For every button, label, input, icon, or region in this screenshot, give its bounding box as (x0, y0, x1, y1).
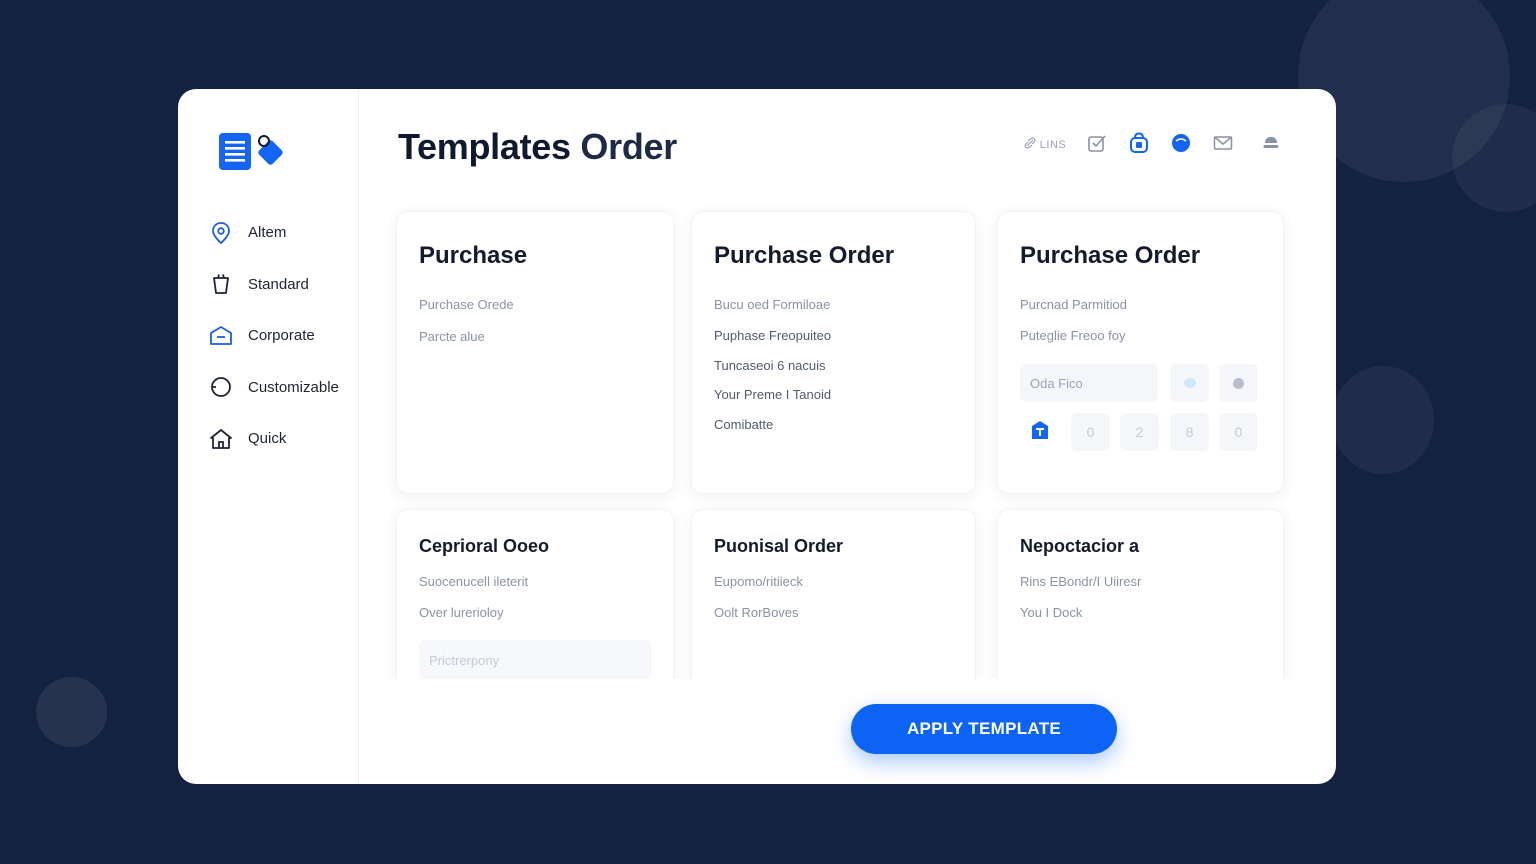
sidebar: Altem Standard Corporate Customizable Qu… (178, 89, 359, 784)
card-line: Over lurerioloy (419, 605, 504, 620)
template-card-ceprioral[interactable]: Ceprioral Ooeo Suocenucell ileterit Over… (396, 509, 674, 679)
sidebar-item-label: Standard (248, 275, 309, 293)
sidebar-item-label: Altem (248, 224, 287, 242)
sidebar-item-corporate[interactable]: Corporate (208, 310, 339, 362)
card-title: Ceprioral Ooeo (419, 536, 550, 556)
card-line: Parcte alue (419, 329, 485, 344)
template-card-purchase-order-form[interactable]: Purchase Order Purcnad Parmitiod Putegli… (997, 211, 1284, 494)
sidebar-item-customizable[interactable]: Customizable (208, 362, 339, 414)
card-input[interactable]: Prictrerpony (419, 640, 652, 679)
card-title: Purchase (419, 242, 528, 269)
digit-cell[interactable]: 2 (1120, 413, 1159, 451)
sidebar-item-label: Quick (248, 430, 287, 448)
template-grid: Purchase Purchase Orede Parcte alue Purc… (359, 89, 1336, 679)
digit-cell[interactable]: 8 (1170, 413, 1209, 451)
card-line: Puteglie Freoo foy (1020, 328, 1126, 343)
template-card-puonisal-order[interactable]: Puonisal Order Eupomo/ritiieck Oolt RorB… (691, 509, 976, 679)
sidebar-item-altem[interactable]: Altem (208, 207, 339, 259)
digit-value: 0 (1234, 424, 1243, 440)
order-field-input[interactable]: Oda Fico (1020, 364, 1158, 402)
card-line: Your Preme I Tanoid (714, 387, 832, 402)
card-line: Suocenucell ileterit (419, 574, 529, 589)
tag-icon (1031, 420, 1049, 445)
template-card-purchase[interactable]: Purchase Purchase Orede Parcte alue (396, 211, 674, 494)
sidebar-item-label: Corporate (248, 327, 315, 345)
main-panel: Templates Order LINS Purchase Purchase O… (359, 89, 1336, 784)
digit-cell[interactable]: 0 (1219, 413, 1258, 451)
card-line: Purchase Orede (419, 297, 514, 312)
digit-value: 0 (1086, 424, 1095, 440)
digit-value: 8 (1185, 424, 1194, 440)
bg-bubble-right (1332, 366, 1434, 474)
card-line: You I Dock (1020, 605, 1083, 620)
bg-bubble-left (36, 677, 107, 747)
card-line: Rins EBondr/I Uiiresr (1020, 574, 1142, 589)
option-toggle[interactable] (1170, 364, 1209, 402)
sidebar-item-label: Customizable (248, 378, 339, 396)
building-icon (208, 323, 234, 349)
digit-cell[interactable]: 0 (1071, 413, 1110, 451)
digit-value: 2 (1135, 424, 1144, 440)
card-line: Tuncaseoi 6 nacuis (714, 358, 826, 373)
home-icon (208, 426, 234, 452)
card-line: Puphase Freopuiteo (714, 328, 832, 343)
location-pin-icon (208, 220, 234, 246)
card-input-placeholder: Prictrerpony (429, 652, 500, 668)
card-line: Purcnad Parmitiod (1020, 297, 1127, 312)
card-line: Eupomo/ritiieck (714, 574, 803, 589)
dot-icon (1233, 377, 1244, 389)
circle-icon (208, 374, 234, 400)
sidebar-item-standard[interactable]: Standard (208, 259, 339, 311)
option-toggle[interactable] (1219, 364, 1258, 402)
order-field-label: Oda Fico (1030, 375, 1083, 391)
sidebar-nav: Altem Standard Corporate Customizable Qu… (208, 207, 339, 465)
template-card-nepoctacior[interactable]: Nepoctacior a Rins EBondr/I Uiiresr You … (997, 509, 1284, 679)
document-tag-logo-icon (219, 133, 283, 170)
app-window: Altem Standard Corporate Customizable Qu… (178, 89, 1336, 784)
card-title: Nepoctacior a (1020, 536, 1140, 556)
card-title: Puonisal Order (714, 536, 844, 556)
dot-icon (1183, 378, 1196, 388)
template-card-purchase-order[interactable]: Purchase Order Bucu oed Formiloae Puphas… (691, 211, 976, 494)
card-title: Purchase Order (1020, 242, 1201, 269)
card-title: Purchase Order (714, 242, 895, 269)
cup-icon (208, 271, 234, 297)
card-line: Bucu oed Formiloae (714, 297, 831, 312)
sidebar-item-quick[interactable]: Quick (208, 413, 339, 465)
tag-button[interactable] (1020, 413, 1059, 451)
card-line: Comibatte (714, 417, 774, 432)
apply-template-button[interactable]: APPLY TEMPLATE (851, 704, 1117, 754)
app-logo (218, 131, 288, 173)
card-line: Oolt RorBoves (714, 605, 799, 620)
